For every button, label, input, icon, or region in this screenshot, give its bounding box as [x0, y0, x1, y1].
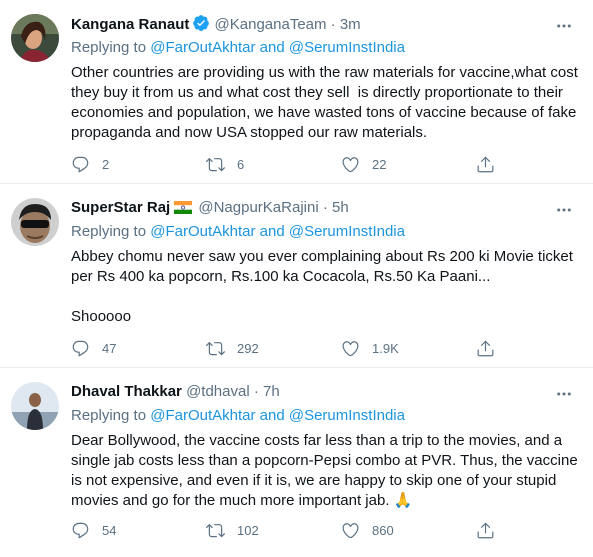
- mention-link[interactable]: @SerumInstIndia: [289, 407, 405, 424]
- share-icon: [477, 340, 494, 356]
- reply-icon: [72, 340, 89, 356]
- tweet-text: Dear Bollywood, the vaccine costs far le…: [71, 432, 582, 509]
- avatar[interactable]: [11, 198, 59, 246]
- mention-link[interactable]: @FarOutAkhtar: [150, 407, 255, 424]
- like-button[interactable]: 1.9K: [341, 337, 399, 359]
- retweet-count: 6: [237, 156, 245, 172]
- like-count: 860: [372, 522, 394, 538]
- share-icon: [477, 156, 494, 172]
- reply-icon: [72, 156, 89, 172]
- mention-link[interactable]: @SerumInstIndia: [289, 39, 405, 56]
- mention-link[interactable]: @SerumInstIndia: [289, 223, 405, 240]
- tweet-header: Dhaval Thakkar @tdhaval · 7h: [71, 382, 280, 402]
- tweet-dhaval[interactable]: Dhaval Thakkar @tdhaval · 7h Replying to…: [0, 368, 593, 557]
- retweet-icon: [206, 341, 225, 355]
- retweet-icon: [206, 523, 225, 537]
- reply-button[interactable]: 47: [71, 337, 116, 359]
- reply-button[interactable]: 2: [71, 153, 109, 175]
- mention-link[interactable]: @FarOutAkhtar: [150, 39, 255, 56]
- mention-and: and: [255, 39, 289, 56]
- author-name[interactable]: SuperStar Raj: [71, 199, 170, 216]
- tweet-time[interactable]: 7h: [263, 383, 280, 400]
- like-count: 22: [372, 156, 387, 172]
- reply-count: 54: [102, 522, 117, 538]
- like-icon: [342, 156, 359, 172]
- more-options-icon[interactable]: [555, 385, 573, 403]
- reply-button[interactable]: 54: [71, 519, 116, 541]
- more-options-icon[interactable]: [555, 17, 573, 35]
- share-button[interactable]: [476, 337, 495, 359]
- retweet-button[interactable]: 102: [206, 519, 259, 541]
- replying-to-label: Replying to: [71, 223, 151, 240]
- like-icon: [342, 340, 359, 356]
- author-handle[interactable]: @NagpurKaRajini: [198, 199, 318, 216]
- replying-to: Replying to @FarOutAkhtar and @SerumInst…: [71, 38, 405, 58]
- tweet-header: SuperStar Raj @NagpurKaRajini · 5h: [71, 198, 349, 218]
- mention-and: and: [255, 407, 289, 424]
- retweet-count: 292: [237, 340, 259, 356]
- retweet-icon: [206, 157, 225, 171]
- retweet-count: 102: [237, 522, 259, 538]
- replying-to: Replying to @FarOutAkhtar and @SerumInst…: [71, 222, 405, 242]
- tweet-time[interactable]: 5h: [332, 199, 349, 216]
- avatar[interactable]: [11, 14, 59, 62]
- share-icon: [477, 522, 494, 538]
- like-icon: [342, 522, 359, 538]
- like-count: 1.9K: [372, 340, 399, 356]
- author-name[interactable]: Dhaval Thakkar: [71, 383, 182, 400]
- verified-badge-icon: [192, 14, 210, 38]
- replying-to: Replying to @FarOutAkhtar and @SerumInst…: [71, 406, 405, 426]
- mention-link[interactable]: @FarOutAkhtar: [150, 223, 255, 240]
- replying-to-label: Replying to: [71, 39, 151, 56]
- tweet-time[interactable]: 3m: [340, 16, 361, 33]
- reply-icon: [72, 522, 89, 538]
- more-options-icon[interactable]: [555, 201, 573, 219]
- tweet-text: Abbey chomu never saw you ever complaini…: [71, 248, 573, 325]
- tweet-superstar-raj[interactable]: SuperStar Raj @NagpurKaRajini · 5h Reply…: [0, 184, 593, 368]
- tweet-text: Other countries are providing us with th…: [71, 64, 583, 141]
- avatar[interactable]: [11, 382, 59, 430]
- separator-dot: ·: [322, 199, 328, 216]
- like-button[interactable]: 22: [341, 153, 386, 175]
- reply-count: 2: [102, 156, 110, 172]
- separator-dot: ·: [330, 16, 336, 33]
- retweet-button[interactable]: 292: [206, 337, 259, 359]
- india-flag-icon: [174, 200, 193, 220]
- author-name[interactable]: Kangana Ranaut: [71, 16, 189, 33]
- share-button[interactable]: [476, 153, 495, 175]
- author-handle[interactable]: @tdhaval: [186, 383, 250, 400]
- author-handle[interactable]: @KanganaTeam: [215, 16, 327, 33]
- like-button[interactable]: 860: [341, 519, 394, 541]
- retweet-button[interactable]: 6: [206, 153, 244, 175]
- separator-dot: ·: [253, 383, 259, 400]
- replying-to-label: Replying to: [71, 407, 151, 424]
- share-button[interactable]: [476, 519, 495, 541]
- tweet-header: Kangana Ranaut @KanganaTeam · 3m: [71, 14, 361, 34]
- reply-count: 47: [102, 340, 117, 356]
- tweet-kangana[interactable]: Kangana Ranaut @KanganaTeam · 3m Replyin…: [0, 0, 593, 184]
- mention-and: and: [255, 223, 289, 240]
